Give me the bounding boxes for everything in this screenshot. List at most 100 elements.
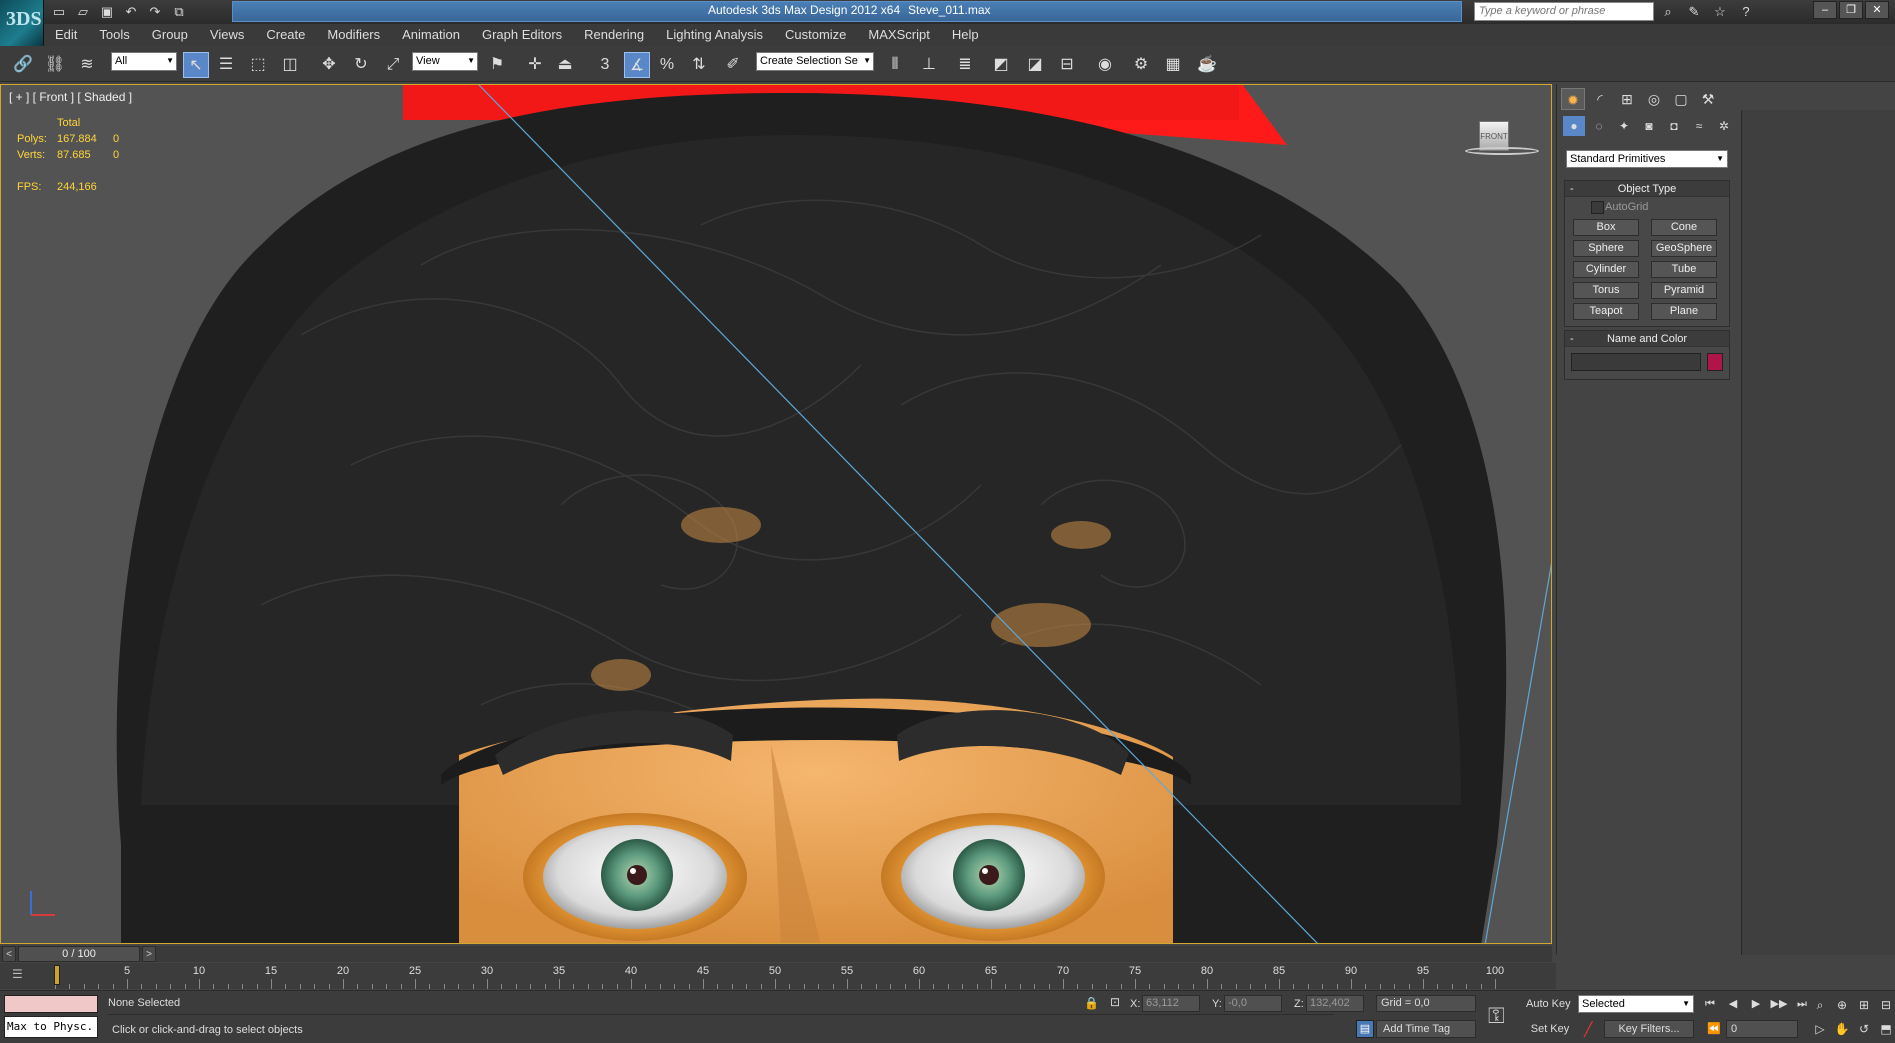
menu-modifiers[interactable]: Modifiers — [316, 24, 391, 46]
time-slider[interactable]: < 0 / 100 > — [0, 946, 1552, 962]
systems-icon[interactable]: ✲ — [1713, 116, 1735, 136]
next-frame-icon[interactable]: ▶▶ — [1769, 995, 1789, 1013]
teapot-button[interactable]: Teapot — [1573, 303, 1639, 320]
snaps-toggle-icon[interactable]: 3 — [592, 52, 618, 78]
cameras-icon[interactable]: ◙ — [1638, 116, 1660, 136]
render-production-icon[interactable]: ☕ — [1194, 52, 1220, 78]
percent-snap-icon[interactable]: % — [654, 52, 680, 78]
time-slider-prev-icon[interactable]: < — [2, 946, 16, 962]
minimize-button[interactable]: – — [1813, 1, 1837, 19]
absolute-mode-icon[interactable]: ⊡ — [1110, 995, 1126, 1011]
help-icon[interactable]: ? — [1736, 2, 1756, 21]
menu-rendering[interactable]: Rendering — [573, 24, 655, 46]
motion-tab-icon[interactable]: ◎ — [1642, 88, 1666, 110]
angle-snap-icon[interactable]: ∡ — [624, 52, 650, 78]
menu-maxscript[interactable]: MAXScript — [857, 24, 940, 46]
rect-selection-icon[interactable]: ⬚ — [245, 52, 271, 78]
add-time-tag-button[interactable]: Add Time Tag — [1376, 1020, 1476, 1038]
set-keys-icon[interactable]: ⚿ — [1488, 1003, 1505, 1029]
unlink-icon[interactable]: ⛓ — [42, 52, 68, 78]
orbit-icon[interactable]: ↺ — [1854, 1019, 1874, 1039]
set-key-button[interactable]: Set Key — [1528, 1020, 1572, 1038]
object-color-swatch[interactable] — [1707, 353, 1723, 371]
view-cube[interactable]: FRONT — [1465, 121, 1539, 155]
new-icon[interactable]: ▭ — [50, 3, 68, 20]
undo-icon[interactable]: ↶ — [122, 3, 140, 20]
spinner-snap-icon[interactable]: ⇅ — [686, 52, 712, 78]
z-coord-field[interactable]: 132,402 — [1306, 995, 1364, 1012]
maxscript-listener-pink[interactable] — [4, 995, 98, 1013]
track-bar[interactable]: ☰ 5 10 15 20 25 30 35 40 45 50 55 60 65 70 75 80 85 90 95 1… — [0, 963, 1556, 989]
mini-curve-editor-icon[interactable]: ☰ — [12, 967, 32, 983]
x-coord-field[interactable]: 63,112 — [1142, 995, 1200, 1012]
menu-group[interactable]: Group — [141, 24, 199, 46]
hierarchy-tab-icon[interactable]: ⊞ — [1615, 88, 1639, 110]
curve-editor-icon[interactable]: ◪ — [1022, 52, 1048, 78]
app-logo[interactable]: 3DS — [0, 0, 44, 46]
graphite-tools-icon[interactable]: ◩ — [988, 52, 1014, 78]
object-type-header[interactable]: - Object Type — [1565, 181, 1729, 197]
window-crossing-icon[interactable]: ◫ — [277, 52, 303, 78]
redo-icon[interactable]: ↷ — [146, 3, 164, 20]
utilities-tab-icon[interactable]: ⚒ — [1696, 88, 1720, 110]
select-by-name-icon[interactable]: ☰ — [213, 52, 239, 78]
sphere-button[interactable]: Sphere — [1573, 240, 1639, 257]
go-to-start-icon[interactable]: ⏮ — [1700, 995, 1720, 1013]
material-editor-icon[interactable]: ◉ — [1092, 52, 1118, 78]
y-coord-field[interactable]: -0,0 — [1224, 995, 1282, 1012]
select-object-icon[interactable]: ↖ — [183, 52, 209, 78]
bind-space-warp-icon[interactable]: ≋ — [74, 52, 100, 78]
create-tab-icon[interactable]: ✹ — [1561, 88, 1585, 110]
shapes-icon[interactable]: ◌ — [1588, 116, 1610, 136]
selection-filter-dropdown[interactable]: All — [111, 52, 177, 71]
zoom-extents-icon[interactable]: ⊞ — [1854, 995, 1874, 1015]
reference-coord-dropdown[interactable]: View — [412, 52, 478, 71]
mirror-icon[interactable]: ⫴ — [882, 52, 908, 78]
display-tab-icon[interactable]: ▢ — [1669, 88, 1693, 110]
timeline-ruler[interactable]: 5 10 15 20 25 30 35 40 45 50 55 60 65 70 75 80 85 90 95 100 — [55, 963, 1504, 989]
layer-manager-icon[interactable]: ≣ — [952, 52, 978, 78]
tube-button[interactable]: Tube — [1651, 261, 1717, 278]
object-name-field[interactable] — [1571, 353, 1702, 371]
current-frame-marker[interactable] — [54, 965, 60, 985]
play-icon[interactable]: ▶ — [1746, 995, 1766, 1013]
maxscript-listener-input[interactable]: Max to Physc. — [4, 1016, 98, 1038]
open-icon[interactable]: ▱ — [74, 3, 92, 20]
pyramid-button[interactable]: Pyramid — [1651, 282, 1717, 299]
box-button[interactable]: Box — [1573, 219, 1639, 236]
fov-icon[interactable]: ▷ — [1810, 1019, 1830, 1039]
menu-help[interactable]: Help — [941, 24, 990, 46]
save-icon[interactable]: ▣ — [98, 3, 116, 20]
move-icon[interactable]: ✥ — [316, 52, 342, 78]
binoculars-icon[interactable]: ⌕ — [1658, 2, 1678, 21]
menu-views[interactable]: Views — [199, 24, 255, 46]
view-cube-face[interactable]: FRONT — [1479, 121, 1509, 151]
pivot-center-icon[interactable]: ⚑ — [484, 52, 510, 78]
schematic-view-icon[interactable]: ⊟ — [1054, 52, 1080, 78]
link-icon[interactable]: 🔗 — [10, 52, 36, 78]
tools-icon[interactable]: ✎ — [1684, 2, 1704, 21]
time-slider-thumb[interactable]: 0 / 100 — [18, 946, 140, 962]
current-frame-field[interactable]: 0 — [1726, 1020, 1798, 1038]
pan-icon[interactable]: ✋ — [1832, 1019, 1852, 1039]
scale-icon[interactable]: ⤢ — [380, 52, 406, 78]
selection-lock-icon[interactable]: 🔒 — [1084, 996, 1099, 1010]
align-icon[interactable]: ⊥ — [916, 52, 942, 78]
edit-named-selection-icon[interactable]: ✐ — [720, 52, 746, 78]
rendered-frame-icon[interactable]: ▦ — [1160, 52, 1186, 78]
menu-create[interactable]: Create — [255, 24, 316, 46]
key-filters-button[interactable]: Key Filters... — [1604, 1020, 1694, 1038]
named-selection-dropdown[interactable]: Create Selection Se — [756, 52, 874, 71]
time-slider-next-icon[interactable]: > — [142, 946, 156, 962]
star-icon[interactable]: ☆ — [1710, 2, 1730, 21]
go-to-end-icon[interactable]: ⏭ — [1792, 995, 1812, 1013]
key-mode-toggle-icon[interactable]: ⏪ — [1704, 1020, 1724, 1038]
menu-tools[interactable]: Tools — [88, 24, 140, 46]
category-dropdown[interactable]: Standard Primitives — [1566, 150, 1728, 168]
keyboard-shortcut-icon[interactable]: ⏏ — [552, 52, 578, 78]
torus-button[interactable]: Torus — [1573, 282, 1639, 299]
auto-key-button[interactable]: Auto Key — [1526, 998, 1571, 1010]
menu-animation[interactable]: Animation — [391, 24, 471, 46]
key-mode-dropdown[interactable]: Selected — [1578, 995, 1694, 1013]
maximize-button[interactable]: ❐ — [1839, 1, 1863, 19]
